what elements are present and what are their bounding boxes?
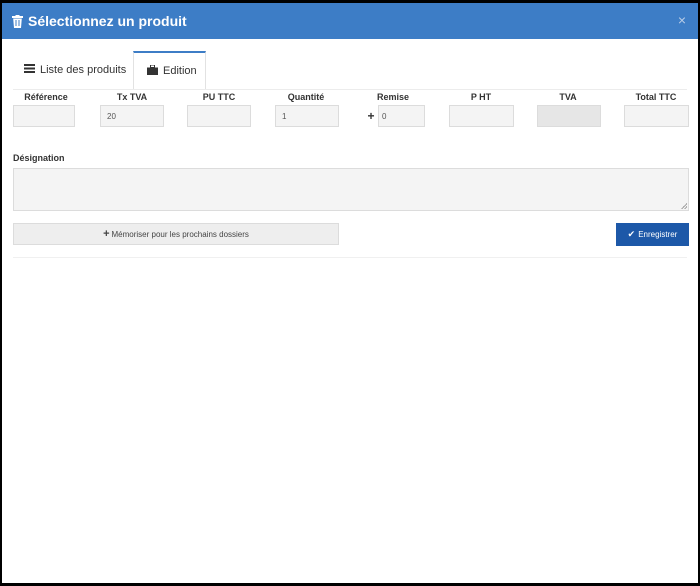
tva-label: TVA	[559, 92, 577, 102]
total-ttc-label: Total TTC	[635, 92, 677, 102]
list-icon	[24, 64, 35, 76]
pu-ttc-input[interactable]	[187, 105, 251, 127]
tab-liste-des-produits[interactable]: Liste des produits	[13, 51, 132, 89]
form-divider	[13, 257, 687, 258]
modal-title: Sélectionnez un produit	[28, 13, 187, 29]
memorize-button-label: Mémoriser pour les prochains dossiers	[111, 229, 249, 239]
memorize-button[interactable]: + Mémoriser pour les prochains dossiers	[13, 223, 339, 245]
tab-label: Liste des produits	[40, 64, 127, 76]
p-ht-label: P HT	[470, 92, 492, 102]
pu-ttc-label: PU TTC	[202, 92, 236, 102]
resize-grip-icon[interactable]	[681, 203, 687, 209]
close-icon[interactable]: ×	[678, 12, 686, 28]
trash-icon	[12, 14, 23, 28]
reference-input[interactable]	[13, 105, 75, 127]
tva-input	[537, 105, 601, 127]
modal-header: Sélectionnez un produit ×	[2, 3, 698, 39]
tab-edition[interactable]: Edition	[133, 51, 206, 89]
p-ht-input[interactable]	[449, 105, 514, 127]
quantite-input[interactable]: 1	[275, 105, 339, 127]
designation-label: Désignation	[13, 153, 65, 163]
plus-icon: +	[103, 228, 110, 240]
remise-input[interactable]: 0	[378, 105, 425, 127]
briefcase-icon	[147, 64, 158, 78]
tx-tva-label: Tx TVA	[116, 92, 148, 102]
tx-tva-input[interactable]: 20	[100, 105, 164, 127]
tab-bar: Liste des produits Edition	[13, 51, 687, 89]
quantite-label: Quantité	[287, 92, 325, 102]
reference-label: Référence	[24, 92, 68, 102]
tab-label: Edition	[163, 65, 197, 77]
remise-plus-button[interactable]: +	[364, 105, 378, 127]
save-button[interactable]: ✔ Enregistrer	[616, 223, 689, 246]
product-select-modal: Sélectionnez un produit × Liste des prod…	[2, 3, 698, 583]
save-button-label: Enregistrer	[638, 230, 678, 239]
remise-label: Remise	[376, 92, 410, 102]
total-ttc-input[interactable]	[624, 105, 689, 127]
tabs-divider	[13, 89, 687, 90]
check-icon: ✔	[627, 229, 636, 239]
designation-textarea[interactable]	[13, 168, 689, 211]
